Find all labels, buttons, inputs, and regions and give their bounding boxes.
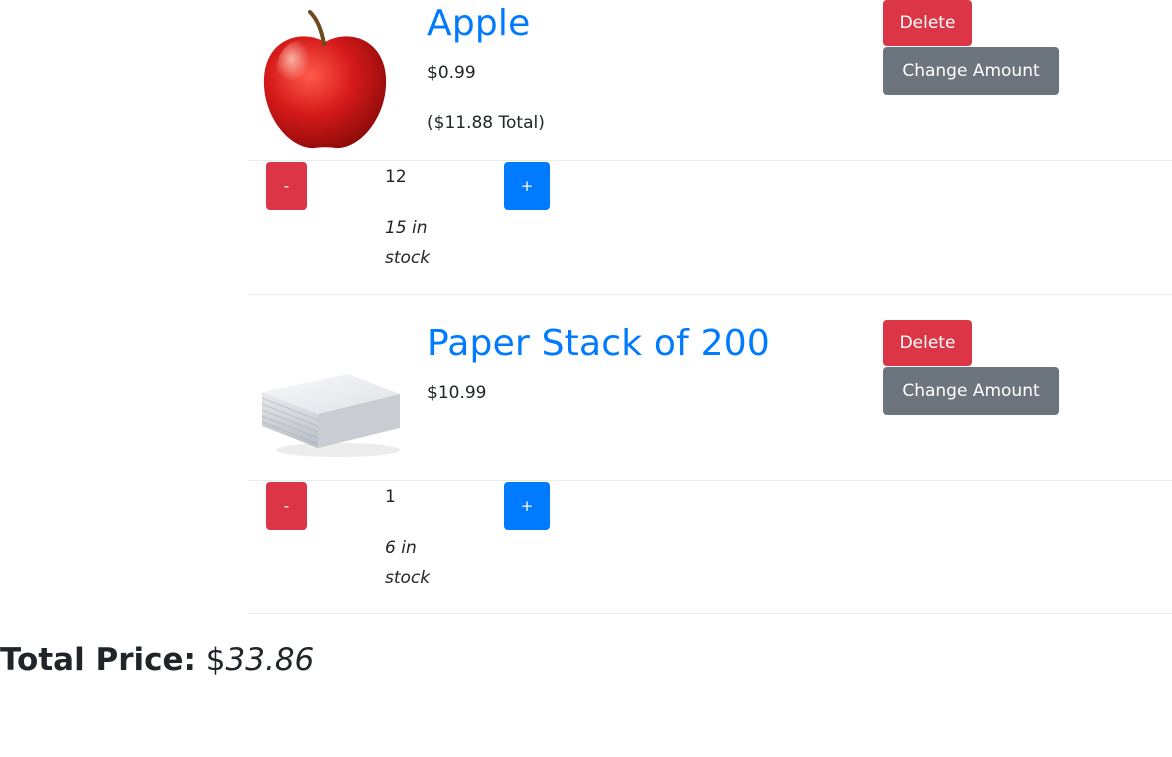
total-price-currency: $ (205, 642, 226, 678)
divider (248, 613, 1172, 614)
apple-image (263, 10, 387, 149)
total-price: Total Price: $33.86 (0, 642, 314, 678)
item-name[interactable]: Paper Stack of 200 (427, 324, 770, 364)
item-name[interactable]: Apple (427, 4, 530, 44)
increase-quantity-button[interactable]: + (504, 162, 550, 210)
cart-item-apple: Apple $0.99 ($11.88 Total) Delete Change… (248, 0, 1172, 295)
divider (248, 160, 1172, 161)
quantity-value: 12 (385, 167, 407, 187)
stock-label: 6 in stock (385, 538, 431, 588)
divider (248, 294, 1172, 295)
total-price-value: 33.86 (225, 642, 315, 678)
item-price: $10.99 (427, 383, 487, 403)
increase-quantity-button[interactable]: + (504, 482, 550, 530)
cart-page: Apple $0.99 ($11.88 Total) Delete Change… (0, 0, 1172, 757)
item-total: ($11.88 Total) (427, 113, 545, 133)
paper-stack-image (261, 374, 400, 457)
delete-button[interactable]: Delete (883, 0, 972, 46)
decrease-quantity-button[interactable]: - (266, 482, 307, 530)
decrease-quantity-button[interactable]: - (266, 162, 307, 210)
divider (248, 480, 1172, 481)
change-amount-button[interactable]: Change Amount (883, 47, 1059, 95)
change-amount-button[interactable]: Change Amount (883, 367, 1059, 415)
cart-item-paper-stack: Paper Stack of 200 $10.99 Delete Change … (248, 320, 1172, 615)
item-price: $0.99 (427, 63, 476, 83)
stock-label: 15 in stock (385, 218, 431, 268)
delete-button[interactable]: Delete (883, 320, 972, 366)
quantity-value: 1 (385, 487, 396, 507)
total-price-label: Total Price: (0, 642, 196, 678)
